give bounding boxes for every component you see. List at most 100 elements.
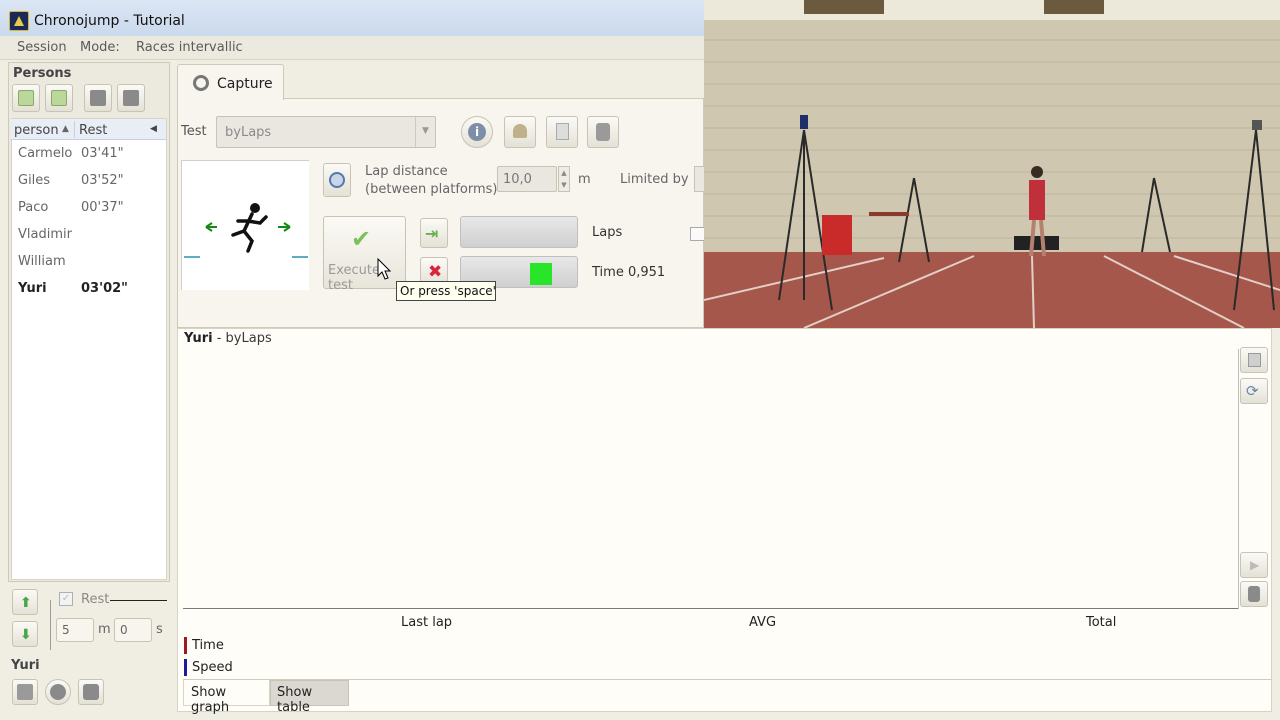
execute-test-label: Execute test bbox=[328, 263, 380, 293]
person-name-selected[interactable]: Yuri bbox=[18, 281, 47, 296]
rest-separator bbox=[110, 600, 167, 601]
person-rest: 03'52" bbox=[81, 173, 124, 188]
person-rest: 03'41" bbox=[81, 146, 124, 161]
column-last-lap: Last lap bbox=[401, 615, 453, 630]
tab-show-graph[interactable]: Show graph bbox=[183, 680, 270, 715]
magnifier-icon bbox=[329, 172, 345, 188]
lap-distance-sublabel: (between platforms) bbox=[365, 182, 498, 197]
info-icon: i bbox=[468, 123, 486, 141]
current-mode-label: Races intervallic bbox=[136, 40, 243, 55]
column-avg: AVG bbox=[749, 615, 777, 630]
edit-results-button[interactable] bbox=[1240, 347, 1268, 373]
bell-icon bbox=[513, 124, 527, 138]
move-down-button[interactable]: ⬇ bbox=[12, 621, 38, 647]
rest-seconds-unit: s bbox=[156, 622, 163, 637]
time-legend-label: Time bbox=[192, 638, 224, 653]
column-header-person[interactable]: person bbox=[14, 123, 59, 138]
column-header-rest[interactable]: Rest bbox=[79, 123, 107, 138]
results-person: Yuri bbox=[184, 331, 213, 346]
person-name[interactable]: William bbox=[18, 254, 66, 269]
check-icon: ✔ bbox=[351, 225, 372, 253]
play-button[interactable]: ▶ bbox=[1240, 552, 1268, 578]
rest-minutes-input[interactable]: 5 bbox=[56, 618, 94, 642]
edit-icon bbox=[17, 684, 33, 700]
lap-distance-label: Lap distance bbox=[365, 164, 448, 179]
folder-icon bbox=[123, 90, 139, 106]
persons-title: Persons bbox=[13, 66, 72, 81]
tab-show-table[interactable]: Show table bbox=[270, 680, 349, 715]
add-multiple-persons-icon bbox=[51, 90, 67, 106]
gear-icon bbox=[193, 75, 209, 91]
limited-by-input[interactable] bbox=[694, 166, 704, 192]
load-person-button[interactable] bbox=[84, 84, 112, 112]
speed-legend-label: Speed bbox=[192, 660, 233, 675]
menu-mode[interactable]: Mode: bbox=[80, 40, 120, 55]
laps-checkbox[interactable] bbox=[690, 227, 704, 241]
person-name[interactable]: Carmelo bbox=[18, 146, 72, 161]
graph-axis-line bbox=[183, 608, 1238, 609]
athletics-track-video bbox=[704, 0, 1280, 328]
add-person-button[interactable] bbox=[12, 84, 40, 112]
refresh-button[interactable]: ⟳ bbox=[1240, 378, 1268, 404]
load-persons-button[interactable] bbox=[117, 84, 145, 112]
person-name[interactable]: Vladimir bbox=[18, 227, 72, 242]
delete-person-button[interactable] bbox=[78, 679, 104, 705]
column-divider bbox=[74, 121, 75, 138]
rest-label: Rest bbox=[81, 592, 110, 607]
mouse-cursor-icon bbox=[377, 258, 392, 280]
arrow-up-icon: ⬆ bbox=[20, 595, 32, 611]
person-name[interactable]: Paco bbox=[18, 200, 48, 215]
add-multiple-persons-button[interactable] bbox=[45, 84, 73, 112]
test-label: Test bbox=[181, 124, 207, 139]
test-image bbox=[181, 160, 309, 290]
edit-icon bbox=[1248, 353, 1261, 367]
results-header: Yuri - byLaps bbox=[184, 331, 272, 346]
menu-session[interactable]: Session bbox=[17, 40, 67, 55]
document-button[interactable] bbox=[546, 116, 578, 148]
person-rest-selected: 03'02" bbox=[81, 281, 128, 296]
execute-test-button[interactable]: ✔ Execute test bbox=[323, 216, 406, 293]
add-person-icon bbox=[18, 90, 34, 106]
delete-result-button[interactable] bbox=[1240, 581, 1268, 607]
lap-distance-stepper[interactable]: ▲ ▼ bbox=[558, 166, 570, 192]
trash-icon bbox=[83, 684, 99, 700]
time-label: Time 0,951 bbox=[592, 265, 666, 280]
camera-video-feed bbox=[704, 0, 1280, 328]
laps-label: Laps bbox=[592, 225, 623, 240]
collapse-arrow-icon[interactable]: ◀ bbox=[150, 124, 157, 134]
rest-checkbox[interactable]: ✓ bbox=[59, 592, 73, 606]
refresh-icon: ⟳ bbox=[1246, 382, 1259, 400]
folder-icon bbox=[90, 90, 106, 106]
lap-distance-unit: m bbox=[578, 172, 591, 187]
person-info-button[interactable] bbox=[45, 679, 71, 705]
speed-legend-swatch bbox=[184, 659, 187, 676]
limited-by-label: Limited by bbox=[620, 172, 689, 187]
delete-test-button[interactable] bbox=[587, 116, 619, 148]
status-indicator bbox=[530, 263, 552, 285]
finish-arrow-icon: ⇥ bbox=[425, 224, 439, 243]
test-info-button[interactable]: i bbox=[461, 116, 493, 148]
window-title: Chronojump - Tutorial bbox=[34, 13, 185, 29]
bell-button[interactable] bbox=[504, 116, 536, 148]
rest-seconds-input[interactable]: 0 bbox=[114, 618, 152, 642]
document-icon bbox=[556, 123, 569, 140]
person-name[interactable]: Giles bbox=[18, 173, 50, 188]
lap-distance-input[interactable]: 10,0 bbox=[497, 166, 557, 192]
zoom-button[interactable] bbox=[323, 163, 351, 197]
tooltip: Or press 'space' bbox=[396, 281, 496, 301]
test-select-value: byLaps bbox=[225, 125, 272, 140]
tab-capture[interactable]: Capture bbox=[177, 64, 284, 100]
tab-capture-label: Capture bbox=[217, 76, 273, 92]
trash-icon bbox=[1248, 586, 1260, 602]
person-rest: 00'37" bbox=[81, 200, 124, 215]
laps-progress-bar bbox=[460, 216, 578, 248]
cancel-x-icon: ✖ bbox=[428, 262, 443, 282]
rest-minutes-unit: m bbox=[98, 622, 111, 637]
time-legend-swatch bbox=[184, 637, 187, 654]
graph-area bbox=[183, 349, 1238, 609]
test-select[interactable]: byLaps ▼ bbox=[216, 116, 436, 148]
move-up-button[interactable]: ⬆ bbox=[12, 589, 38, 615]
column-total: Total bbox=[1086, 615, 1117, 630]
finish-button[interactable]: ⇥ bbox=[420, 218, 448, 248]
edit-person-button[interactable] bbox=[12, 679, 38, 705]
